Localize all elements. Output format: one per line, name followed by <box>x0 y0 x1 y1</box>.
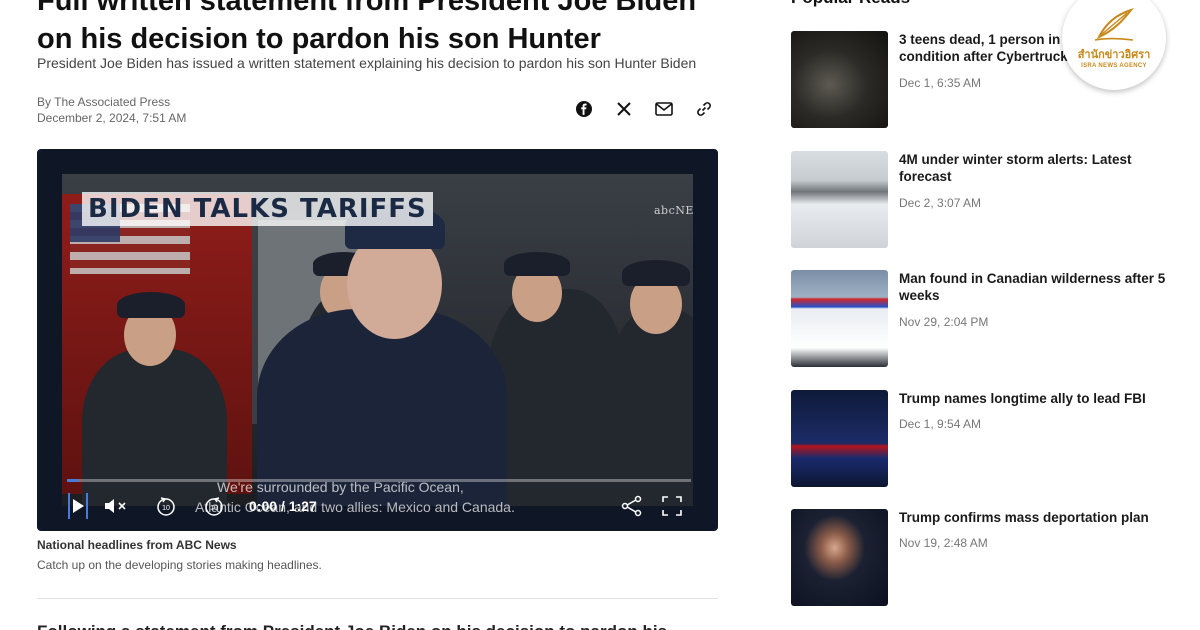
x-icon[interactable] <box>613 98 635 120</box>
byline-author[interactable]: By The Associated Press <box>37 94 186 110</box>
popular-story-3[interactable]: Man found in Canadian wilderness after 5… <box>791 270 1171 367</box>
story-4-title[interactable]: Trump names longtime ally to lead FBI <box>899 390 1169 407</box>
story-1-date: Dec 1, 6:35 AM <box>899 76 982 90</box>
article-headline: Full written statement from President Jo… <box>37 0 697 55</box>
popular-reads-heading: Popular Reads <box>791 0 910 8</box>
svg-text:10: 10 <box>162 505 170 512</box>
article-subhead: President Joe Biden has issued a written… <box>37 55 697 71</box>
facebook-icon[interactable] <box>573 98 595 120</box>
officer-3 <box>487 289 627 506</box>
story-3-thumbnail[interactable] <box>791 270 888 367</box>
officer-left-cap <box>117 292 185 318</box>
story-4-date: Dec 1, 9:54 AM <box>899 417 982 431</box>
story-5-title[interactable]: Trump confirms mass deportation plan <box>899 509 1169 526</box>
watermark-thai-text: สำนักข่าวอิศรา <box>1077 49 1151 61</box>
popular-story-4[interactable]: Trump names longtime ally to lead FBI De… <box>791 390 1171 487</box>
story-2-title[interactable]: 4M under winter storm alerts: Latest for… <box>899 151 1169 185</box>
rewind-10-icon[interactable]: 10 <box>153 493 179 519</box>
watermark-english-text: ISRA NEWS AGENCY <box>1081 63 1147 69</box>
story-1-thumbnail[interactable] <box>791 31 888 128</box>
story-2-date: Dec 2, 3:07 AM <box>899 196 982 210</box>
video-banner: BIDEN TALKS TARIFFS <box>82 192 433 226</box>
byline-date: December 2, 2024, 7:51 AM <box>37 111 187 125</box>
officer-right <box>607 309 693 506</box>
story-3-title[interactable]: Man found in Canadian wilderness after 5… <box>899 270 1169 304</box>
story-4-thumbnail[interactable] <box>791 390 888 487</box>
forward-10-icon[interactable]: 10 <box>201 493 227 519</box>
quill-logo-icon <box>1094 8 1134 41</box>
mail-icon[interactable] <box>653 98 675 120</box>
divider <box>37 598 718 599</box>
video-time: 0:00 / 1:27 <box>249 498 317 514</box>
article-body-first-line: Following a statement from President Joe… <box>37 622 687 630</box>
video-player[interactable]: BIDEN TALKS TARIFFS abcNEWS We're surrou… <box>37 149 718 531</box>
story-3-date: Nov 29, 2:04 PM <box>899 315 989 329</box>
share-icon[interactable] <box>619 493 645 519</box>
abc-news-logo: abcNEWS <box>654 204 693 217</box>
mute-button[interactable] <box>103 493 131 519</box>
story-2-thumbnail[interactable] <box>791 151 888 248</box>
video-caption-subtitle: Catch up on the developing stories makin… <box>37 558 322 572</box>
officer-right-cap <box>622 260 690 286</box>
story-5-thumbnail[interactable] <box>791 509 888 606</box>
video-frame: BIDEN TALKS TARIFFS abcNEWS <box>62 174 693 506</box>
popular-story-5[interactable]: Trump confirms mass deportation plan Nov… <box>791 509 1171 606</box>
play-button[interactable] <box>68 493 88 519</box>
fullscreen-icon[interactable] <box>659 493 685 519</box>
video-caption-title: National headlines from ABC News <box>37 538 237 552</box>
link-icon[interactable] <box>693 98 715 120</box>
progress-fill <box>67 479 80 482</box>
popular-story-2[interactable]: 4M under winter storm alerts: Latest for… <box>791 151 1171 248</box>
svg-text:10: 10 <box>210 505 218 512</box>
share-bar <box>573 98 715 120</box>
officer-3-cap <box>504 252 570 276</box>
video-controls: 10 10 0:00 / 1:27 <box>37 479 718 531</box>
story-5-date: Nov 19, 2:48 AM <box>899 536 988 550</box>
byline: By The Associated Press December 2, 2024… <box>37 94 186 126</box>
progress-bar[interactable] <box>67 479 691 482</box>
